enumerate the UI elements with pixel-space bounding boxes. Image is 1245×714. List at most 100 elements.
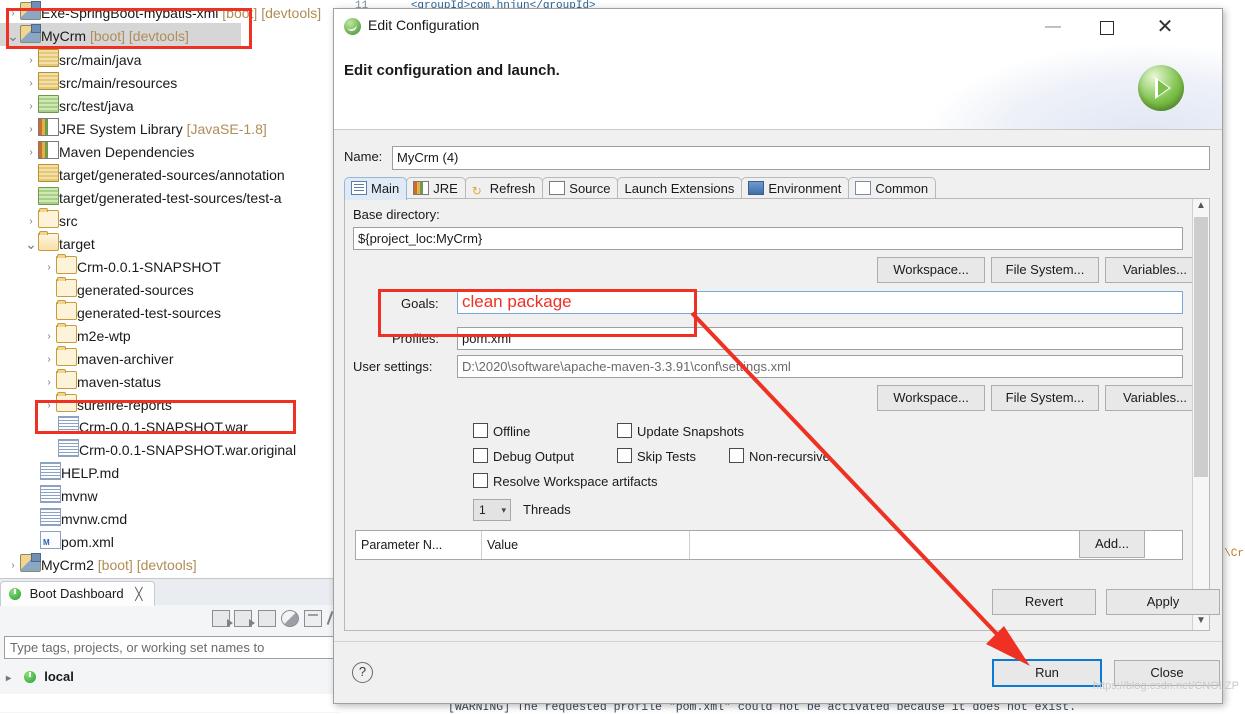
profiles-input[interactable]: pom.xml [457, 327, 1183, 350]
package-explorer-tree[interactable]: › Exe-SpringBoot-mybatis-xml [boot] [devt… [0, 0, 340, 578]
scroll-down-icon[interactable]: ▼ [1193, 614, 1209, 630]
jre-tab-icon [413, 181, 430, 195]
user-settings-label: User settings: [353, 359, 433, 374]
threads-label: Threads [523, 502, 571, 517]
checkbox-update-snapshots[interactable]: Update Snapshots [617, 423, 744, 439]
boot-dashboard-local-node[interactable]: ▸ local [6, 669, 74, 684]
file-system-button-bottom[interactable]: File System... [991, 385, 1099, 411]
tab-launch-extensions[interactable]: Launch Extensions [617, 177, 743, 200]
help-icon[interactable]: ? [352, 662, 373, 683]
chevron-right-icon[interactable]: ▸ [6, 673, 20, 684]
chevron-down-icon[interactable]: ⌄ [24, 236, 38, 252]
tree-item[interactable]: › maven-archiver [0, 345, 340, 368]
checkbox-resolve-workspace-artifacts[interactable]: Resolve Workspace artifacts [473, 473, 658, 489]
boot-dashboard-tab-label: Boot Dashboard [29, 586, 124, 601]
source-tab-icon [549, 181, 566, 195]
tree-item-label: maven-archiver [77, 350, 174, 367]
tree-item[interactable]: target/generated-test-sources/test-a [0, 184, 340, 207]
scroll-up-icon[interactable]: ▲ [1193, 199, 1209, 215]
tree-item[interactable]: mvnw [0, 483, 340, 506]
tree-item[interactable]: Crm-0.0.1-SNAPSHOT.war [0, 414, 340, 437]
tree-item-label: JRE System Library [59, 120, 183, 137]
tab-refresh[interactable]: ↻ Refresh [464, 177, 544, 200]
tree-item[interactable]: › src/main/java [0, 46, 340, 69]
tree-item[interactable]: HELP.md [0, 460, 340, 483]
tree-item[interactable]: ⌄ MyCrm [boot] [devtools] [0, 23, 241, 46]
open-browser-icon[interactable] [281, 610, 299, 627]
tree-item[interactable]: › JRE System Library [JavaSE-1.8] [0, 115, 340, 138]
file-system-button-top[interactable]: File System... [991, 257, 1099, 283]
tab-jre[interactable]: JRE [406, 177, 466, 200]
checkbox-skip-tests[interactable]: Skip Tests [617, 448, 696, 464]
add-parameter-button[interactable]: Add... [1079, 530, 1145, 558]
tree-item[interactable]: Crm-0.0.1-SNAPSHOT.war.original [0, 437, 340, 460]
tab-environment[interactable]: Environment [741, 177, 850, 200]
tree-item[interactable]: › src/test/java [0, 92, 340, 115]
tab-common[interactable]: Common [848, 177, 937, 200]
close-button[interactable]: ✕ [1142, 15, 1188, 39]
package-green-icon [38, 95, 59, 113]
base-directory-input[interactable]: ${project_loc:MyCrm} [353, 227, 1183, 250]
tree-item[interactable]: › Crm-0.0.1-SNAPSHOT [0, 253, 340, 276]
tree-item[interactable]: › MyCrm2 [boot] [devtools] [0, 552, 340, 575]
tree-item-label: maven-status [77, 373, 162, 390]
tab-boot-dashboard[interactable]: Boot Dashboard ╳ [0, 581, 156, 606]
tree-item[interactable]: › src [0, 207, 340, 230]
variables-button-top[interactable]: Variables... [1105, 257, 1205, 283]
minimize-button[interactable]: — [1030, 15, 1076, 39]
tree-item[interactable]: › surefire-reports [0, 391, 340, 414]
maximize-button[interactable] [1084, 15, 1130, 39]
goals-input[interactable]: clean package [457, 291, 1183, 314]
panel-scrollbar[interactable]: ▲ ▼ [1192, 199, 1209, 630]
file-icon [40, 485, 61, 503]
maven-icon [344, 18, 361, 35]
tree-item-label: pom.xml [61, 533, 114, 550]
variables-button-bottom[interactable]: Variables... [1105, 385, 1205, 411]
tab-source[interactable]: Source [542, 177, 619, 200]
open-console-icon[interactable] [304, 610, 322, 627]
tree-item[interactable]: generated-test-sources [0, 299, 340, 322]
tab-main[interactable]: Main [344, 177, 408, 200]
tree-item[interactable]: › Exe-SpringBoot-mybatis-xml [boot] [devt… [0, 0, 340, 23]
tree-item[interactable]: › m2e-wtp [0, 322, 340, 345]
tree-item-label: src/main/java [59, 51, 142, 68]
debug-icon[interactable] [234, 610, 255, 627]
checkbox-non-recursive[interactable]: Non-recursive [729, 448, 830, 464]
tree-item[interactable]: ⌄ target [0, 230, 340, 253]
name-input[interactable]: MyCrm (4) [392, 146, 1210, 170]
tree-item[interactable]: target/generated-sources/annotation [0, 161, 340, 184]
dialog-tabstrip[interactable]: Main JRE ↻ Refresh Source Launch Extensions En… [344, 177, 1210, 200]
revert-button[interactable]: Revert [992, 589, 1096, 615]
tree-item[interactable]: mvnw.cmd [0, 506, 340, 529]
run-button[interactable]: Run [992, 659, 1102, 687]
chevron-right-icon[interactable]: › [6, 554, 20, 577]
tab-label: Environment [768, 181, 842, 196]
checkbox-box-icon [729, 448, 744, 463]
checkbox-offline[interactable]: Offline [473, 423, 530, 439]
package-icon [38, 164, 59, 182]
tree-item[interactable]: › src/main/resources [0, 69, 340, 92]
tree-item[interactable]: › Maven Dependencies [0, 138, 340, 161]
start-icon[interactable] [212, 610, 233, 627]
tab-label: JRE [433, 181, 458, 196]
tree-item[interactable]: generated-sources [0, 276, 340, 299]
threads-select[interactable]: 1 [473, 499, 511, 521]
apply-button[interactable]: Apply [1106, 589, 1220, 615]
close-icon[interactable]: ╳ [135, 587, 142, 601]
checkbox-debug-output[interactable]: Debug Output [473, 448, 574, 464]
stop-icon[interactable] [258, 610, 276, 627]
folder-icon [56, 300, 77, 320]
tree-item[interactable]: › maven-status [0, 368, 340, 391]
parameters-table[interactable]: Parameter N... Value [355, 530, 1183, 560]
chevron-right-icon[interactable]: › [6, 2, 20, 25]
tree-item[interactable]: pom.xml [0, 529, 340, 554]
workspace-button-top[interactable]: Workspace... [877, 257, 985, 283]
tree-item-label: Crm-0.0.1-SNAPSHOT [77, 258, 221, 275]
tree-item-label: Crm-0.0.1-SNAPSHOT.war [79, 418, 248, 435]
workspace-button-bottom[interactable]: Workspace... [877, 385, 985, 411]
user-settings-input[interactable]: D:\2020\software\apache-maven-3.3.91\con… [457, 355, 1183, 378]
chevron-down-icon[interactable]: ⌄ [6, 28, 20, 44]
boot-dashboard-filter-input[interactable]: Type tags, projects, or working set name… [4, 636, 336, 659]
scrollbar-thumb[interactable] [1194, 217, 1208, 477]
checkbox-box-icon [617, 448, 632, 463]
